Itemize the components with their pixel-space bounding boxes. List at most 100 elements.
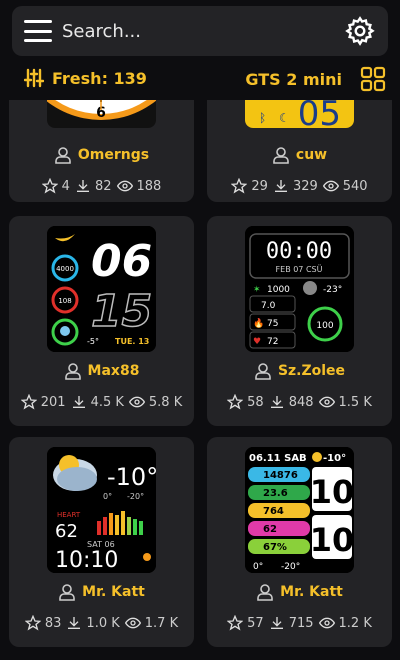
watchface-thumbnail[interactable]: 06.11 SAB -10° 14876 23.6 764 62 67% 10 … bbox=[245, 447, 354, 573]
face-high-temp: -20° bbox=[281, 562, 300, 572]
watchface-card[interactable]: 06 15 4000 108 -5° TUE. 13 Max88 201 4.5… bbox=[9, 216, 194, 426]
face-steps: 1000 bbox=[267, 285, 290, 295]
face-heart-rate: 108 bbox=[58, 297, 71, 305]
download-icon bbox=[274, 180, 287, 192]
author-name: Omerngs bbox=[77, 147, 150, 163]
card-stats: 58 848 1.5 K bbox=[207, 394, 392, 410]
face-distance: 23.6 bbox=[263, 488, 288, 499]
author-name: cuw bbox=[295, 147, 328, 163]
author-link[interactable]: Max88 bbox=[9, 362, 194, 380]
face-minute: 10 bbox=[310, 521, 354, 559]
search-input[interactable] bbox=[62, 18, 332, 44]
card-stats: 201 4.5 K 5.8 K bbox=[9, 394, 194, 410]
download-icon bbox=[270, 396, 283, 408]
face-low-temp: 0° bbox=[103, 492, 112, 501]
face-minute: 15 bbox=[91, 286, 152, 337]
view-count: 188 bbox=[136, 178, 162, 194]
face-date: FEB 07 CSÜ bbox=[276, 264, 323, 274]
face-hour: 06 bbox=[91, 236, 152, 287]
face-hour: 05 bbox=[298, 94, 341, 128]
view-count: 1.2 K bbox=[338, 615, 372, 631]
face-time: 00:00 bbox=[266, 239, 332, 264]
face-heart-label: HEART bbox=[57, 511, 81, 519]
face-calories: 75 bbox=[267, 319, 278, 329]
star-icon bbox=[227, 615, 244, 631]
star-icon bbox=[20, 394, 37, 410]
download-count: 715 bbox=[288, 615, 314, 631]
menu-icon[interactable] bbox=[24, 20, 52, 42]
user-icon bbox=[257, 584, 273, 601]
star-count: 57 bbox=[247, 615, 264, 631]
eye-icon bbox=[128, 396, 145, 408]
fresh-filter-button[interactable]: Fresh: 139 bbox=[24, 68, 147, 88]
author-link[interactable]: Mr. Katt bbox=[207, 583, 392, 601]
svg-text:♥: ♥ bbox=[253, 337, 261, 347]
watchface-card[interactable]: -10° 0° -20° HEART 62 SAT 06 10:10 Mr. K… bbox=[9, 437, 194, 647]
author-link[interactable]: Sz.Zolee bbox=[207, 362, 392, 380]
face-calories: 764 bbox=[263, 506, 284, 517]
svg-text:☾: ☾ bbox=[279, 111, 290, 125]
filter-bar: Fresh: 139 GTS 2 mini bbox=[0, 60, 400, 98]
download-icon bbox=[76, 180, 89, 192]
card-stats: 57 715 1.2 K bbox=[207, 615, 392, 631]
face-temp: -10° bbox=[107, 463, 156, 491]
face-date: TUE. 13 bbox=[115, 337, 149, 346]
eye-icon bbox=[318, 617, 335, 629]
author-link[interactable]: Mr. Katt bbox=[9, 583, 194, 601]
download-count: 4.5 K bbox=[90, 394, 124, 410]
star-count: 201 bbox=[40, 394, 66, 410]
device-model-label[interactable]: GTS 2 mini bbox=[245, 70, 342, 89]
face-heart-rate: 62 bbox=[263, 524, 277, 535]
author-name: Mr. Katt bbox=[82, 584, 145, 600]
watchface-thumbnail[interactable]: 06 15 4000 108 -5° TUE. 13 bbox=[47, 226, 156, 352]
fresh-count-label: Fresh: 139 bbox=[52, 68, 147, 88]
watchface-card[interactable]: 06.11 SAB -10° 14876 23.6 764 62 67% 10 … bbox=[207, 437, 392, 647]
user-icon bbox=[64, 363, 81, 380]
face-time: 10:10 bbox=[55, 548, 118, 573]
face-temp: -23° bbox=[323, 285, 342, 295]
svg-text:✶: ✶ bbox=[253, 285, 261, 295]
face-distance: 7.0 bbox=[261, 301, 276, 311]
gear-icon[interactable] bbox=[344, 15, 376, 47]
card-stats: 83 1.0 K 1.7 K bbox=[9, 615, 194, 631]
face-heart-rate: 62 bbox=[55, 521, 78, 542]
watchface-card[interactable]: 00:00 FEB 07 CSÜ ✶ 1000 -23° 7.0 🔥 75 ♥ … bbox=[207, 216, 392, 426]
sliders-icon bbox=[24, 68, 44, 88]
face-hour: 10 bbox=[310, 473, 354, 511]
star-icon bbox=[24, 615, 41, 631]
card-stats: 29 329 540 bbox=[207, 178, 392, 194]
author-name: Sz.Zolee bbox=[277, 363, 346, 379]
download-count: 1.0 K bbox=[86, 615, 120, 631]
view-count: 5.8 K bbox=[148, 394, 183, 410]
author-name: Max88 bbox=[87, 363, 140, 379]
watchface-thumbnail[interactable]: 00:00 FEB 07 CSÜ ✶ 1000 -23° 7.0 🔥 75 ♥ … bbox=[245, 226, 354, 352]
user-icon bbox=[59, 584, 75, 601]
eye-icon bbox=[318, 396, 335, 408]
face-heart-rate: 72 bbox=[267, 337, 278, 347]
star-icon bbox=[227, 394, 244, 410]
watchface-thumbnail[interactable]: -10° 0° -20° HEART 62 SAT 06 10:10 bbox=[47, 447, 156, 573]
author-link[interactable]: Omerngs bbox=[9, 146, 194, 164]
face-date: 06.11 SAB bbox=[249, 453, 307, 464]
top-bar bbox=[12, 6, 388, 56]
face-high-temp: -20° bbox=[127, 492, 144, 501]
user-icon bbox=[255, 363, 271, 380]
user-icon bbox=[55, 147, 71, 164]
user-icon bbox=[273, 147, 289, 164]
face-temp: -5° bbox=[87, 337, 99, 346]
grid-view-icon[interactable] bbox=[360, 66, 386, 92]
star-icon bbox=[231, 178, 248, 194]
card-stats: 4 82 188 bbox=[9, 178, 194, 194]
svg-text:ᛒ: ᛒ bbox=[259, 111, 266, 125]
eye-icon bbox=[322, 180, 339, 192]
eye-icon bbox=[124, 617, 141, 629]
star-icon bbox=[41, 178, 58, 194]
download-icon bbox=[68, 617, 81, 629]
author-link[interactable]: cuw bbox=[207, 146, 392, 164]
star-count: 83 bbox=[44, 615, 62, 631]
view-count: 540 bbox=[342, 178, 368, 194]
face-steps: 4000 bbox=[56, 265, 74, 273]
view-count: 1.7 K bbox=[144, 615, 179, 631]
download-icon bbox=[72, 396, 85, 408]
download-count: 82 bbox=[94, 178, 112, 194]
